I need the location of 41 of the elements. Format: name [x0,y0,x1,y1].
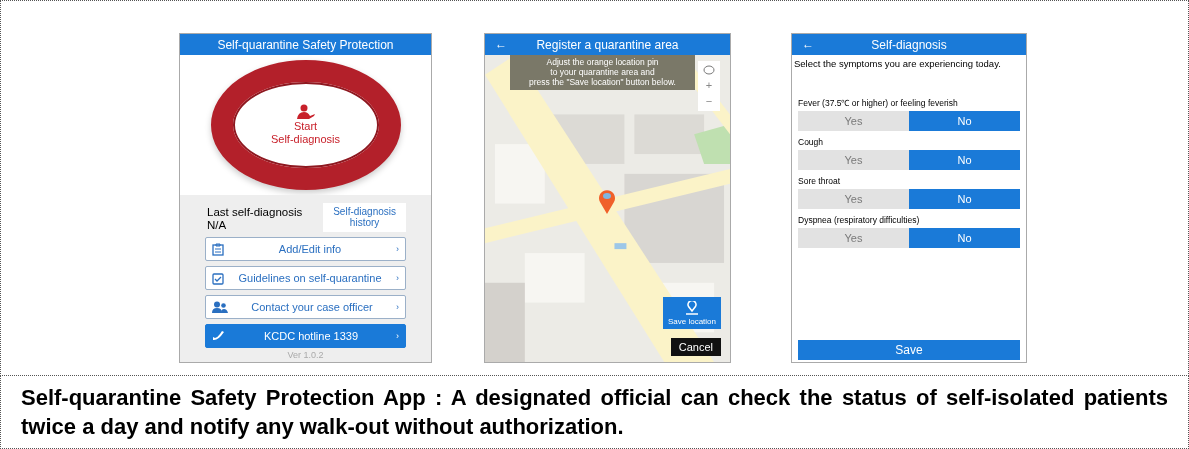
start-diagnosis-button[interactable]: Start Self-diagnosis [210,60,401,190]
back-button[interactable]: ← [802,36,814,52]
screen-title: Self-quarantine Safety Protection [180,34,431,55]
answer-option[interactable]: Yes [798,150,909,170]
symptom-label: Fever (37.5℃ or higher) or feeling feverish [798,97,959,108]
menu-button[interactable]: KCDC hotline 1339 › [205,324,406,348]
checklist-icon [212,271,224,285]
screen-title: Self-diagnosis [871,37,947,52]
zoom-out-button[interactable]: − [705,95,713,107]
answer-option[interactable]: Yes [798,228,909,248]
answer-option[interactable]: No [909,189,1020,209]
symptom-label: Sore throat [798,176,842,186]
instruction-banner: Adjust the orange location pin to your quarantine area and press the "Save location" button below. [510,55,695,90]
answer-option[interactable]: No [909,111,1020,131]
answer-option[interactable]: Yes [798,111,909,131]
save-location-button[interactable]: Save location [663,297,721,329]
cancel-button[interactable]: Cancel [670,338,721,356]
prompt-text: Select the symptoms you are experiencing today. [793,57,1002,69]
history-button[interactable]: Self-diagnosis history [323,203,406,232]
zoom-in-button[interactable]: + [705,79,713,91]
symptom-label: Dyspnea (respiratory difficulties) [798,215,921,225]
pin-icon [685,300,699,315]
menu-button[interactable]: Guidelines on self-quarantine › [205,266,406,290]
back-button[interactable]: ← [495,36,507,52]
phone-icon [212,330,226,342]
answer-option[interactable]: No [909,228,1020,248]
figure-caption: Self-quarantine Safety Protection App : A designated official can check the status of self-isolated patients twice a day and notify any walk-out without authorization. [0,376,1189,449]
answer-option[interactable]: No [909,150,1020,170]
people-icon [212,301,228,313]
compass-icon[interactable] [703,65,715,75]
menu-button[interactable]: Contact your case officer › [205,295,406,319]
clipboard-icon [212,242,224,256]
last-diagnosis-text: Last self-diagnosis N/A [207,206,303,232]
person-icon [295,104,316,120]
location-pin-icon[interactable] [597,187,617,215]
answer-option[interactable]: Yes [798,189,909,209]
save-button[interactable]: Save [798,340,1020,360]
screen-title: Register a quarantine area [536,37,679,52]
symptom-label: Cough [798,137,825,147]
version-text: Ver 1.0.2 [286,350,325,360]
menu-button[interactable]: Add/Edit info › [205,237,406,261]
